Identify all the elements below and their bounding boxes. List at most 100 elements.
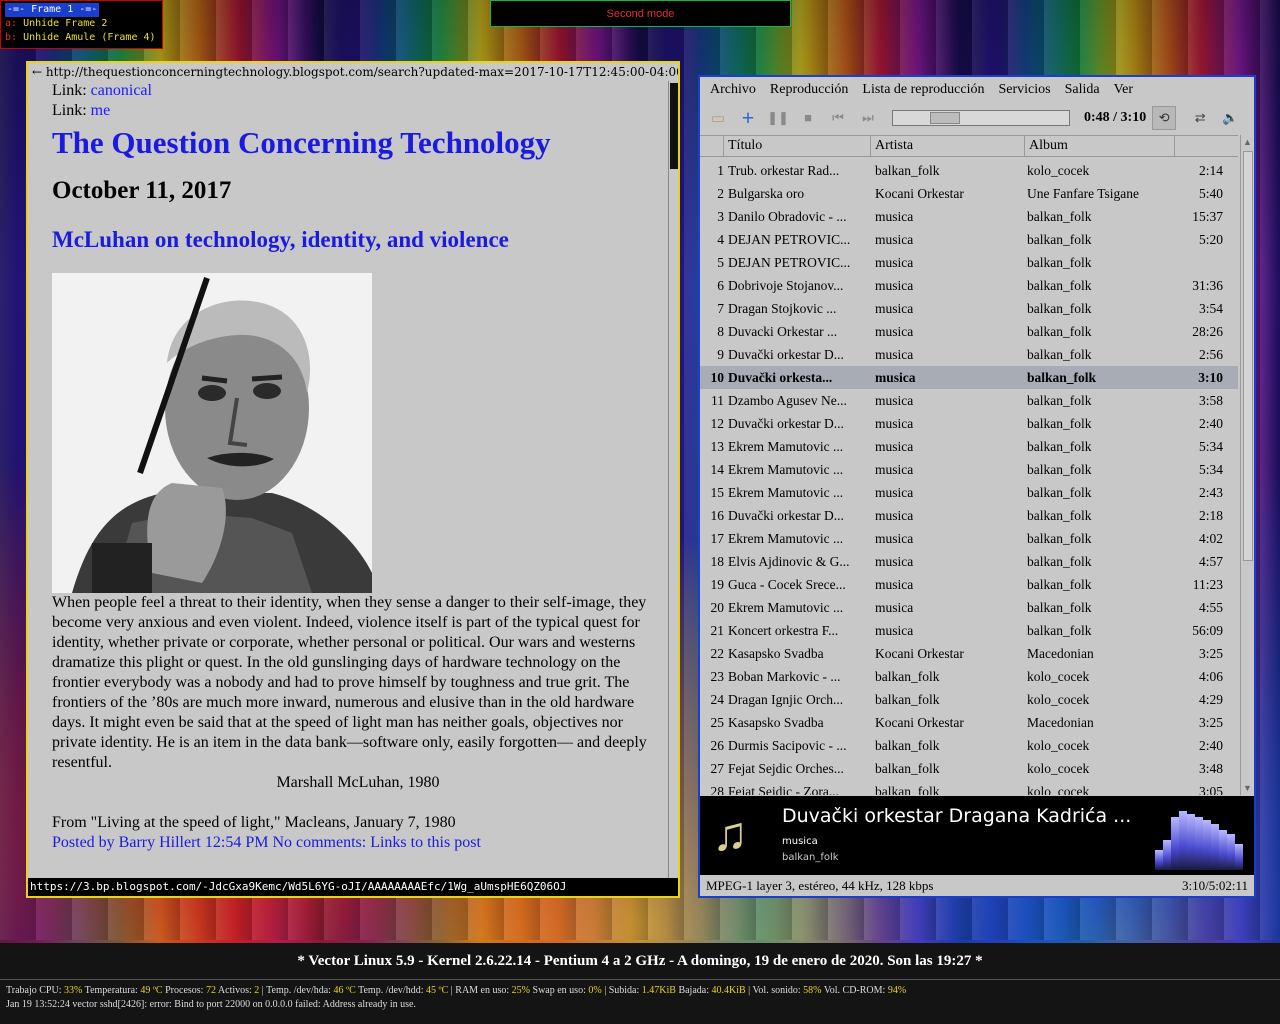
track-album: balkan_folk	[1027, 323, 1092, 339]
player-statusbar: MPEG-1 layer 3, estéreo, 44 kHz, 128 kbp…	[700, 876, 1254, 896]
track-title: Fejat Sejdic Orches...	[728, 760, 844, 776]
playlist-row[interactable]: 10 Duvački orkesta... musica balkan_folk 3:1…	[700, 366, 1238, 389]
track-artist: musica	[875, 323, 914, 339]
playlist-row[interactable]: 21 Koncert orkestra F... musica balkan_folk…	[700, 619, 1238, 642]
playlist-row[interactable]: 25 Kasapsko Svadba Kocani Orkestar Macedoni…	[700, 711, 1238, 734]
menu-servicios[interactable]: Servicios	[998, 82, 1050, 98]
scroll-up-icon[interactable]: ▲	[1241, 135, 1254, 149]
me-link[interactable]: me	[91, 102, 111, 119]
playlist-row[interactable]: 8 Duvacki Orkestar ... musica balkan_folk 28…	[700, 320, 1238, 343]
player-toolbar: ▭ + ❚❚ ■ ⏮ ⏭ 0:48 / 3:10 ⟲ ⇄ 🔈	[700, 103, 1254, 133]
playlist-row[interactable]: 15 Ekrem Mamutovic ... musica balkan_folk 2:…	[700, 481, 1238, 504]
playlist-row[interactable]: 26 Durmis Sacipovic - ... balkan_folk kolo_…	[700, 734, 1238, 757]
playlist-row[interactable]: 16 Duvački orkestar D... musica balkan_folk…	[700, 504, 1238, 527]
playlist-row[interactable]: 5 DEJAN PETROVIC... musica balkan_folk	[700, 251, 1238, 274]
shuffle-icon[interactable]: ⇄	[1190, 108, 1210, 128]
playlist-row[interactable]: 27 Fejat Sejdic Orches... balkan_folk kolo_…	[700, 757, 1238, 780]
playlist-row[interactable]: 4 DEJAN PETROVIC... musica balkan_folk 5:20	[700, 228, 1238, 251]
menu-reproduccion[interactable]: Reproducción	[770, 82, 849, 98]
frame-option-a[interactable]: a: Unhide Frame 2	[5, 17, 158, 31]
track-album: kolo_cocek	[1027, 691, 1090, 707]
post-footer[interactable]: Posted by Barry Hillert 12:54 PM No comm…	[52, 833, 664, 853]
playlist-scroll-thumb[interactable]	[1243, 151, 1253, 561]
track-title: Trub. orkestar Rad...	[728, 162, 840, 178]
pause-icon[interactable]: ❚❚	[767, 108, 789, 128]
add-icon[interactable]: +	[738, 105, 758, 130]
playlist-row[interactable]: 3 Danilo Obradovic - ... musica balkan_folk…	[700, 205, 1238, 228]
mcluhan-portrait-image[interactable]	[52, 273, 372, 593]
playlist-row[interactable]: 17 Ekrem Mamutovic ... musica balkan_folk 4:…	[700, 527, 1238, 550]
playlist-row[interactable]: 11 Dzambo Agusev Ne... musica balkan_folk 3:…	[700, 389, 1238, 412]
stop-icon[interactable]: ■	[798, 108, 818, 128]
track-album: balkan_folk	[1027, 415, 1092, 431]
canonical-link[interactable]: canonical	[91, 82, 152, 99]
col-title-header[interactable]: Título	[724, 136, 871, 156]
blog-title[interactable]: The Question Concerning Technology	[52, 123, 664, 163]
track-duration: 56:09	[1192, 622, 1223, 638]
track-artist: musica	[875, 346, 914, 362]
col-album-header[interactable]: Album	[1025, 136, 1175, 156]
playlist-row[interactable]: 2 Bulgarska oro Kocani Orkestar Une Fanfare…	[700, 182, 1238, 205]
folder-icon[interactable]: ▭	[708, 108, 728, 128]
playlist-row[interactable]: 19 Guca - Cocek Srece... musica balkan_folk…	[700, 573, 1238, 596]
playlist-row[interactable]: 6 Dobrivoje Stojanov... musica balkan_folk 3…	[700, 274, 1238, 297]
playlist-scrollbar[interactable]: ▲ ▼	[1240, 135, 1254, 795]
track-title: DEJAN PETROVIC...	[728, 231, 851, 247]
track-title: Ekrem Mamutovic ...	[728, 438, 844, 454]
track-title: Fejat Sejdic - Zora...	[728, 783, 839, 796]
track-number: 18	[710, 553, 725, 569]
track-artist: Kocani Orkestar	[875, 645, 964, 661]
track-title: Kasapsko Svadba	[728, 645, 824, 661]
track-title: Boban Markovic - ...	[728, 668, 841, 684]
track-number: 26	[710, 737, 725, 753]
track-artist: balkan_folk	[875, 760, 940, 776]
post-title[interactable]: McLuhan on technology, identity, and vio…	[52, 225, 664, 255]
repeat-icon[interactable]: ⟲	[1152, 106, 1177, 130]
track-duration: 5:34	[1198, 461, 1223, 477]
system-panel: * Vector Linux 5.9 - Kernel 2.6.22.14 - …	[0, 943, 1280, 1024]
playlist-row[interactable]: 24 Dragan Ignjic Orch... balkan_folk kolo_c…	[700, 688, 1238, 711]
url-bar[interactable]: ← http://thequestionconcerningtechnology…	[28, 63, 678, 81]
now-playing-panel: ♫ Duvački orkestar Dragana Kadrića ... m…	[700, 796, 1254, 875]
browser-scrollbar[interactable]	[668, 81, 678, 878]
track-artist: musica	[875, 392, 914, 408]
playlist-row[interactable]: 14 Ekrem Mamutovic ... musica balkan_folk 5:…	[700, 458, 1238, 481]
playlist-row[interactable]: 12 Duvački orkestar D... musica balkan_folk…	[700, 412, 1238, 435]
seek-handle[interactable]	[930, 112, 960, 124]
col-number-header[interactable]	[700, 136, 724, 156]
playlist-row[interactable]: 22 Kasapsko Svadba Kocani Orkestar Macedoni…	[700, 642, 1238, 665]
next-icon[interactable]: ⏭	[858, 108, 878, 128]
col-artist-header[interactable]: Artista	[871, 136, 1025, 156]
playlist-row[interactable]: 18 Elvis Ajdinovic & G... musica balkan_fol…	[700, 550, 1238, 573]
frame-option-b[interactable]: b: Unhide Amule (Frame 4)	[5, 31, 158, 45]
seek-slider[interactable]	[892, 110, 1070, 126]
playlist-row[interactable]: 9 Duvački orkestar D... musica balkan_folk 2…	[700, 343, 1238, 366]
playlist-row[interactable]: 20 Ekrem Mamutovic ... musica balkan_folk 4:…	[700, 596, 1238, 619]
track-number: 27	[710, 760, 725, 776]
menu-salida[interactable]: Salida	[1065, 82, 1100, 98]
playlist-row[interactable]: 13 Ekrem Mamutovic ... musica balkan_folk 5:…	[700, 435, 1238, 458]
menu-lista[interactable]: Lista de reproducción	[862, 82, 984, 98]
track-duration: 3:48	[1198, 760, 1223, 776]
scroll-thumb[interactable]	[670, 83, 678, 169]
mode-indicator: Second mode	[490, 0, 791, 27]
visualizer-bar	[1227, 834, 1235, 870]
playlist-row[interactable]: 23 Boban Markovic - ... balkan_folk kolo_co…	[700, 665, 1238, 688]
track-album: kolo_cocek	[1027, 162, 1090, 178]
scroll-down-icon[interactable]: ▼	[1241, 781, 1254, 795]
menu-ver[interactable]: Ver	[1114, 82, 1133, 98]
volume-icon[interactable]: 🔈	[1220, 108, 1240, 128]
track-number: 2	[717, 185, 724, 201]
track-duration: 5:20	[1198, 231, 1223, 247]
playlist-row[interactable]: 28 Fejat Sejdic - Zora... balkan_folk kolo_…	[700, 780, 1238, 796]
track-title: Bulgarska oro	[728, 185, 805, 201]
playlist-row[interactable]: 7 Dragan Stojkovic ... musica balkan_folk 3:…	[700, 297, 1238, 320]
previous-icon[interactable]: ⏮	[828, 108, 848, 128]
stat-value: 72	[205, 985, 216, 996]
playlist-row[interactable]: 1 Trub. orkestar Rad... balkan_folk kolo_co…	[700, 159, 1238, 182]
track-duration: 3:58	[1198, 392, 1223, 408]
track-artist: musica	[875, 438, 914, 454]
portrait-illustration	[52, 273, 372, 593]
menu-archivo[interactable]: Archivo	[710, 82, 756, 98]
col-duration-header[interactable]	[1175, 136, 1235, 156]
